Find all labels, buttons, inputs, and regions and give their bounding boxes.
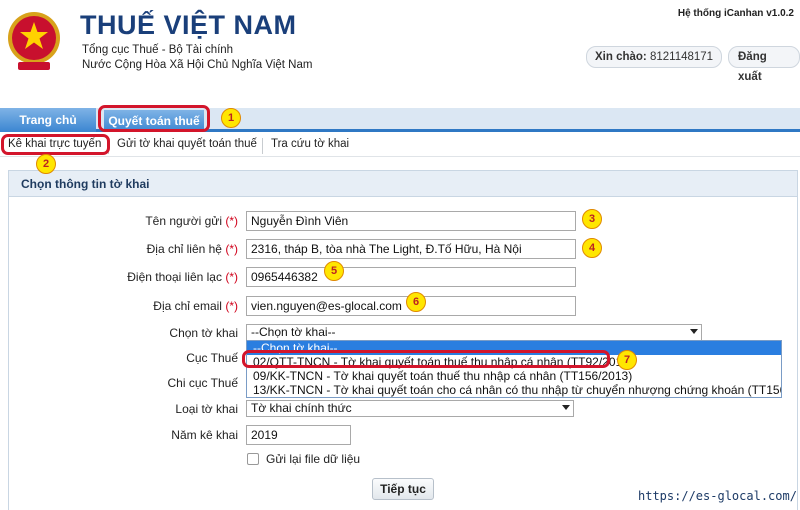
phone-label: Điện thoại liên lạc (*): [8, 270, 238, 284]
phone-field[interactable]: 0965446382: [246, 267, 576, 287]
subnav-divider: [108, 138, 109, 154]
tax-subdept-label: Chi cục Thuế: [167, 376, 238, 390]
required-mark: (*): [225, 299, 238, 313]
required-mark: (*): [225, 214, 238, 228]
sender-name-label-text: Tên người gửi: [145, 214, 222, 228]
watermark-url: https://es-glocal.com/: [638, 489, 797, 503]
dropdown-option[interactable]: 09/KK-TNCN - Tờ khai quyết toán thuế thu…: [247, 369, 781, 383]
sender-name-label: Tên người gửi (*): [8, 214, 238, 228]
chevron-down-icon: [690, 329, 698, 334]
required-mark: (*): [225, 270, 238, 284]
subnav-lookup[interactable]: Tra cứu tờ khai: [271, 138, 349, 150]
country-subtitle: Nước Cộng Hòa Xã Hội Chủ Nghĩa Việt Nam: [82, 59, 313, 71]
declaration-type-select[interactable]: Tờ khai chính thức: [246, 400, 574, 417]
subnav-submit-settlement[interactable]: Gửi tờ khai quyết toán thuế: [117, 138, 257, 150]
system-name: Hệ thống iCanhan v1.0.2: [677, 8, 794, 19]
step-badge-2: 2: [36, 154, 56, 174]
form-type-select[interactable]: --Chọn tờ khai--: [246, 324, 702, 341]
form-type-selected: --Chọn tờ khai--: [251, 325, 336, 339]
form-type-dropdown-list: --Chọn tờ khai-- 02/QTT-TNCN - Tờ khai q…: [246, 340, 782, 398]
tax-dept-label: Cục Thuế: [186, 351, 238, 365]
agency-subtitle: Tổng cục Thuế - Bộ Tài chính: [82, 44, 234, 56]
national-emblem-icon: [6, 8, 62, 74]
address-label: Địa chỉ liên hệ (*): [8, 242, 238, 256]
greeting-label: Xin chào:: [595, 51, 647, 63]
panel-header: Chọn thông tin tờ khai: [9, 171, 797, 197]
phone-label-text: Điện thoại liên lạc: [127, 270, 222, 284]
panel-title: Chọn thông tin tờ khai: [21, 177, 150, 191]
step-badge-7: 7: [617, 350, 637, 370]
step-badge-1: 1: [221, 108, 241, 128]
app-header: THUẾ VIỆT NAM Tổng cục Thuế - Bộ Tài chí…: [0, 0, 800, 96]
required-mark: (*): [225, 242, 238, 256]
next-button[interactable]: Tiếp tục: [372, 478, 434, 500]
declaration-type-selected: Tờ khai chính thức: [251, 401, 352, 415]
user-greeting: Xin chào: 8121148171: [586, 46, 723, 68]
logout-button[interactable]: Đăng xuất: [728, 46, 800, 83]
email-label: Địa chỉ email (*): [8, 299, 238, 313]
dropdown-option[interactable]: 02/QTT-TNCN - Tờ khai quyết toán thuế th…: [247, 355, 781, 369]
greeting-user: 8121148171: [649, 51, 714, 63]
sender-name-field[interactable]: Nguyễn Đình Viên: [246, 211, 576, 231]
step-badge-4: 4: [582, 238, 602, 258]
resend-checkbox[interactable]: [247, 453, 259, 465]
chevron-down-icon: [562, 405, 570, 410]
form-type-label: Chọn tờ khai: [169, 326, 238, 340]
subnav-divider: [262, 138, 263, 154]
address-label-text: Địa chỉ liên hệ: [146, 242, 222, 256]
step-badge-6: 6: [406, 292, 426, 312]
app-title: THUẾ VIỆT NAM: [80, 10, 297, 40]
declaration-type-label: Loại tờ khai: [175, 402, 238, 416]
address-field[interactable]: 2316, tháp B, tòa nhà The Light, Đ.Tố Hữ…: [246, 239, 576, 259]
dropdown-option[interactable]: --Chọn tờ khai--: [247, 341, 781, 355]
main-nav: Trang chủ Quyết toán thuế: [0, 108, 800, 132]
step-badge-3: 3: [582, 209, 602, 229]
step-badge-5: 5: [324, 261, 344, 281]
year-label: Năm kê khai: [171, 428, 238, 442]
nav-tab-tax-settlement[interactable]: Quyết toán thuế: [104, 110, 204, 132]
resend-label: Gửi lại file dữ liệu: [266, 452, 361, 466]
year-field[interactable]: 2019: [246, 425, 351, 445]
dropdown-option[interactable]: 13/KK-TNCN - Tờ khai quyết toán cho cá n…: [247, 383, 781, 397]
nav-tab-home[interactable]: Trang chủ: [0, 108, 96, 132]
subnav-online-declaration[interactable]: Kê khai trực tuyến: [8, 138, 101, 150]
sub-nav: Kê khai trực tuyến Gửi tờ khai quyết toá…: [0, 135, 800, 157]
email-label-text: Địa chỉ email: [153, 299, 222, 313]
